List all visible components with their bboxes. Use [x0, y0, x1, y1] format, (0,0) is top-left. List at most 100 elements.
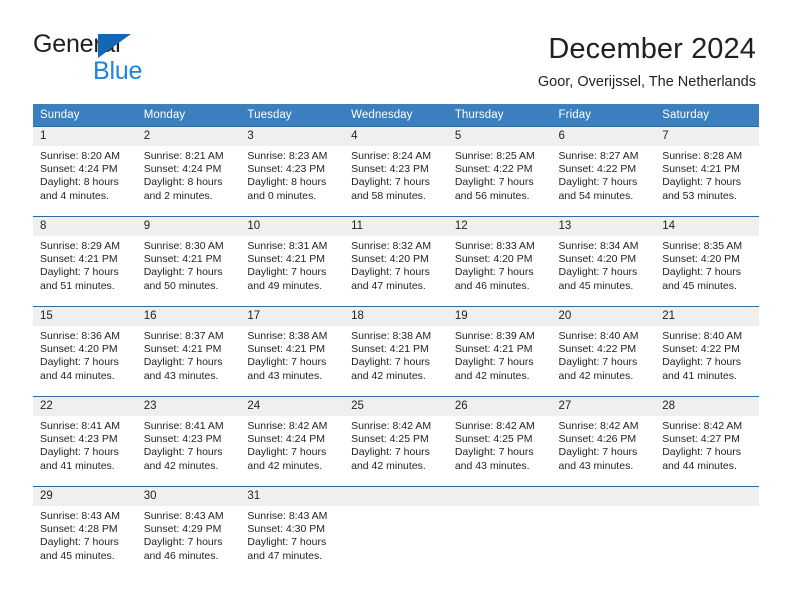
- day-cell[interactable]: 1 Sunrise: 8:20 AM Sunset: 4:24 PM Dayli…: [33, 126, 137, 217]
- sunset-text: Sunset: 4:27 PM: [662, 433, 740, 446]
- day-cell[interactable]: 31 Sunrise: 8:43 AM Sunset: 4:30 PM Dayl…: [240, 486, 345, 576]
- day-cell[interactable]: 5 Sunrise: 8:25 AM Sunset: 4:22 PM Dayli…: [447, 126, 552, 217]
- calendar-week-row: 15 Sunrise: 8:36 AM Sunset: 4:20 PM Dayl…: [33, 306, 759, 397]
- day-info: Sunrise: 8:28 AM Sunset: 4:21 PM Dayligh…: [655, 146, 759, 203]
- daylight-text-line2: and 56 minutes.: [454, 189, 530, 202]
- daylight-text-line1: Daylight: 7 hours: [40, 356, 119, 369]
- day-cell[interactable]: 30 Sunrise: 8:43 AM Sunset: 4:29 PM Dayl…: [136, 486, 241, 576]
- weekday-header-thursday: Thursday: [447, 104, 552, 127]
- day-cell[interactable]: 29 Sunrise: 8:43 AM Sunset: 4:28 PM Dayl…: [33, 486, 137, 576]
- daylight-text-line1: Daylight: 7 hours: [454, 446, 534, 459]
- daylight-text-line1: Daylight: 7 hours: [40, 266, 119, 279]
- day-info: Sunrise: 8:20 AM Sunset: 4:24 PM Dayligh…: [33, 146, 137, 203]
- day-info: Sunrise: 8:43 AM Sunset: 4:30 PM Dayligh…: [240, 506, 344, 563]
- day-number: 11: [344, 217, 448, 236]
- day-cell[interactable]: 22 Sunrise: 8:41 AM Sunset: 4:23 PM Dayl…: [33, 396, 137, 487]
- daylight-text-line1: Daylight: 8 hours: [247, 176, 327, 189]
- daylight-text-line1: Daylight: 7 hours: [247, 266, 327, 279]
- daylight-text-line2: and 46 minutes.: [143, 549, 219, 562]
- weekday-header-tuesday: Tuesday: [240, 104, 345, 127]
- daylight-text-line2: and 45 minutes.: [558, 279, 634, 292]
- sunset-text: Sunset: 4:26 PM: [558, 433, 637, 446]
- daylight-text-line2: and 4 minutes.: [40, 189, 109, 202]
- sunrise-text: Sunrise: 8:29 AM: [40, 240, 120, 252]
- day-cell[interactable]: 11 Sunrise: 8:32 AM Sunset: 4:20 PM Dayl…: [344, 216, 448, 307]
- sunset-text: Sunset: 4:23 PM: [143, 433, 222, 446]
- day-cell[interactable]: 26 Sunrise: 8:42 AM Sunset: 4:25 PM Dayl…: [447, 396, 552, 487]
- daylight-text-line2: and 43 minutes.: [454, 459, 530, 472]
- calendar-page: General Blue December 2024 Goor, Overijs…: [0, 0, 792, 612]
- day-cell[interactable]: 21 Sunrise: 8:40 AM Sunset: 4:22 PM Dayl…: [655, 306, 759, 397]
- day-cell[interactable]: 17 Sunrise: 8:38 AM Sunset: 4:21 PM Dayl…: [240, 306, 345, 397]
- weekday-header-friday: Friday: [551, 104, 656, 127]
- sunset-text: Sunset: 4:20 PM: [558, 253, 637, 266]
- daylight-text-line2: and 43 minutes.: [558, 459, 634, 472]
- sunrise-text: Sunrise: 8:43 AM: [40, 510, 120, 522]
- day-number: 2: [136, 127, 241, 146]
- day-number: 25: [344, 397, 448, 416]
- day-number: 14: [655, 217, 759, 236]
- sunrise-text: Sunrise: 8:43 AM: [143, 510, 224, 522]
- calendar-week-row: 8 Sunrise: 8:29 AM Sunset: 4:21 PM Dayli…: [33, 216, 759, 307]
- day-info: Sunrise: 8:24 AM Sunset: 4:23 PM Dayligh…: [344, 146, 448, 203]
- day-cell[interactable]: 13 Sunrise: 8:34 AM Sunset: 4:20 PM Dayl…: [551, 216, 656, 307]
- general-blue-logo[interactable]: General Blue: [33, 30, 233, 88]
- day-info: Sunrise: 8:43 AM Sunset: 4:28 PM Dayligh…: [33, 506, 137, 563]
- day-number: 21: [655, 307, 759, 326]
- calendar-week-row: 29 Sunrise: 8:43 AM Sunset: 4:28 PM Dayl…: [33, 486, 759, 576]
- day-cell[interactable]: 9 Sunrise: 8:30 AM Sunset: 4:21 PM Dayli…: [136, 216, 241, 307]
- day-cell[interactable]: 12 Sunrise: 8:33 AM Sunset: 4:20 PM Dayl…: [447, 216, 552, 307]
- day-cell[interactable]: 8 Sunrise: 8:29 AM Sunset: 4:21 PM Dayli…: [33, 216, 137, 307]
- daylight-text-line1: Daylight: 7 hours: [40, 536, 119, 549]
- daylight-text-line1: Daylight: 8 hours: [40, 176, 119, 189]
- sunrise-text: Sunrise: 8:30 AM: [143, 240, 224, 252]
- daylight-text-line2: and 58 minutes.: [351, 189, 426, 202]
- day-number: 4: [344, 127, 448, 146]
- daylight-text-line1: Daylight: 7 hours: [40, 446, 119, 459]
- sunset-text: Sunset: 4:22 PM: [454, 163, 533, 176]
- day-number: 29: [33, 487, 137, 506]
- sunrise-text: Sunrise: 8:21 AM: [143, 150, 224, 162]
- day-cell[interactable]: 25 Sunrise: 8:42 AM Sunset: 4:25 PM Dayl…: [344, 396, 448, 487]
- day-number: [344, 487, 448, 506]
- day-cell[interactable]: 6 Sunrise: 8:27 AM Sunset: 4:22 PM Dayli…: [551, 126, 656, 217]
- day-cell[interactable]: 23 Sunrise: 8:41 AM Sunset: 4:23 PM Dayl…: [136, 396, 241, 487]
- daylight-text-line2: and 43 minutes.: [247, 369, 323, 382]
- sunrise-text: Sunrise: 8:37 AM: [143, 330, 224, 342]
- sunrise-text: Sunrise: 8:38 AM: [247, 330, 328, 342]
- day-cell[interactable]: 14 Sunrise: 8:35 AM Sunset: 4:20 PM Dayl…: [655, 216, 759, 307]
- day-cell[interactable]: 28 Sunrise: 8:42 AM Sunset: 4:27 PM Dayl…: [655, 396, 759, 487]
- day-cell[interactable]: 10 Sunrise: 8:31 AM Sunset: 4:21 PM Dayl…: [240, 216, 345, 307]
- sunset-text: Sunset: 4:28 PM: [40, 523, 118, 536]
- sunrise-text: Sunrise: 8:27 AM: [558, 150, 639, 162]
- daylight-text-line1: Daylight: 7 hours: [247, 446, 327, 459]
- sunset-text: Sunset: 4:21 PM: [247, 253, 326, 266]
- day-info: Sunrise: 8:25 AM Sunset: 4:22 PM Dayligh…: [448, 146, 552, 203]
- day-number: 6: [551, 127, 656, 146]
- daylight-text-line2: and 42 minutes.: [351, 369, 426, 382]
- day-info: Sunrise: 8:40 AM Sunset: 4:22 PM Dayligh…: [552, 326, 656, 383]
- daylight-text-line2: and 44 minutes.: [40, 369, 115, 382]
- day-cell[interactable]: 18 Sunrise: 8:38 AM Sunset: 4:21 PM Dayl…: [344, 306, 448, 397]
- day-number: [551, 487, 656, 506]
- daylight-text-line2: and 43 minutes.: [143, 369, 219, 382]
- day-cell[interactable]: 16 Sunrise: 8:37 AM Sunset: 4:21 PM Dayl…: [136, 306, 241, 397]
- day-cell[interactable]: 19 Sunrise: 8:39 AM Sunset: 4:21 PM Dayl…: [447, 306, 552, 397]
- sunrise-text: Sunrise: 8:31 AM: [247, 240, 328, 252]
- day-cell[interactable]: 3 Sunrise: 8:23 AM Sunset: 4:23 PM Dayli…: [240, 126, 345, 217]
- day-cell[interactable]: 27 Sunrise: 8:42 AM Sunset: 4:26 PM Dayl…: [551, 396, 656, 487]
- sunset-text: Sunset: 4:20 PM: [351, 253, 429, 266]
- day-cell[interactable]: 20 Sunrise: 8:40 AM Sunset: 4:22 PM Dayl…: [551, 306, 656, 397]
- day-number: 20: [551, 307, 656, 326]
- day-cell[interactable]: 7 Sunrise: 8:28 AM Sunset: 4:21 PM Dayli…: [655, 126, 759, 217]
- daylight-text-line2: and 46 minutes.: [454, 279, 530, 292]
- day-cell[interactable]: 4 Sunrise: 8:24 AM Sunset: 4:23 PM Dayli…: [344, 126, 448, 217]
- day-cell[interactable]: 24 Sunrise: 8:42 AM Sunset: 4:24 PM Dayl…: [240, 396, 345, 487]
- day-cell[interactable]: 2 Sunrise: 8:21 AM Sunset: 4:24 PM Dayli…: [136, 126, 241, 217]
- page-title: December 2024: [548, 33, 756, 65]
- daylight-text-line1: Daylight: 7 hours: [143, 266, 223, 279]
- day-cell[interactable]: 15 Sunrise: 8:36 AM Sunset: 4:20 PM Dayl…: [33, 306, 137, 397]
- day-info: Sunrise: 8:27 AM Sunset: 4:22 PM Dayligh…: [552, 146, 656, 203]
- daylight-text-line2: and 47 minutes.: [247, 549, 323, 562]
- daylight-text-line1: Daylight: 7 hours: [454, 356, 534, 369]
